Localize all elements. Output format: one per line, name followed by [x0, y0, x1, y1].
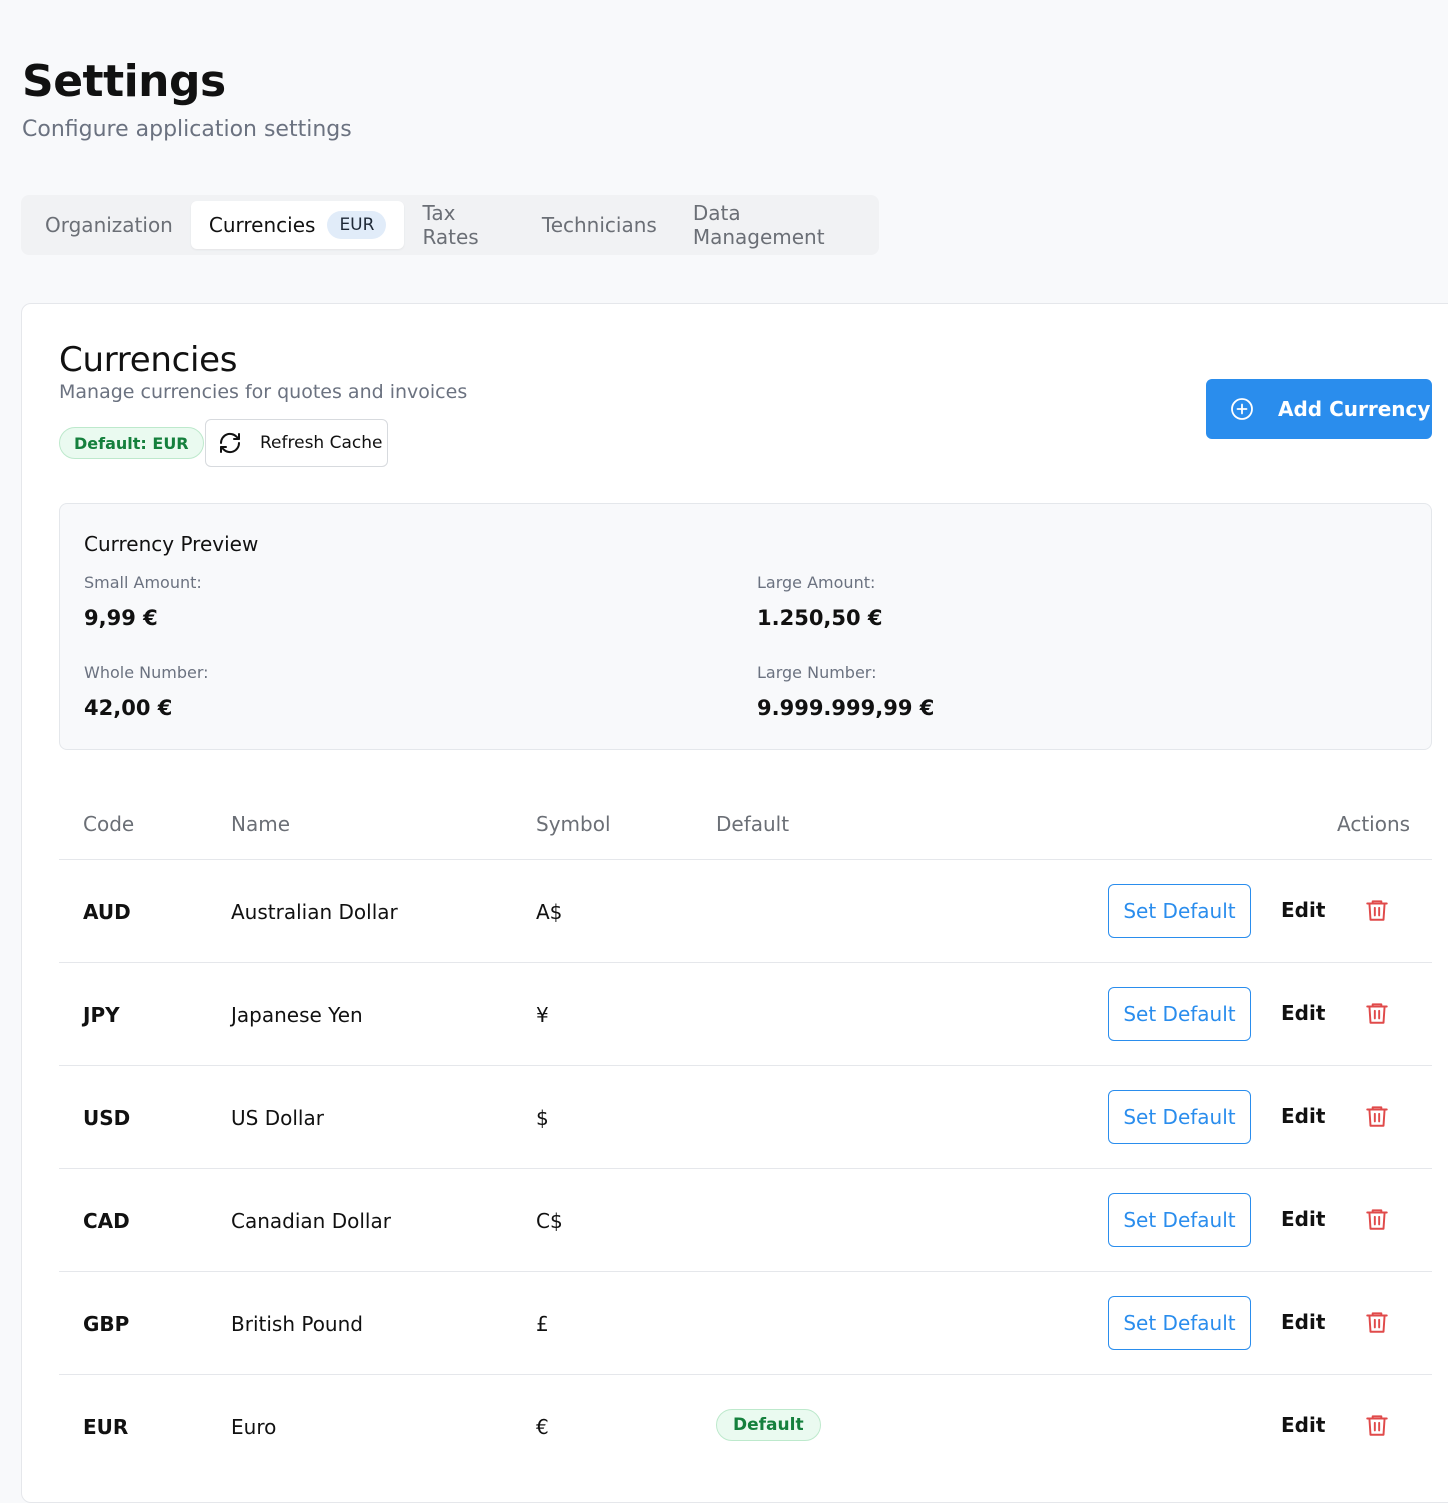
currency-name: US Dollar	[231, 1106, 324, 1130]
settings-tabs: Organization Currencies EUR Tax Rates Te…	[21, 195, 879, 255]
refresh-icon	[219, 432, 241, 454]
page-title: Settings	[22, 56, 226, 107]
large-amount-label: Large Amount:	[757, 573, 876, 592]
currency-name: British Pound	[231, 1312, 363, 1336]
trash-icon[interactable]	[1364, 1412, 1390, 1438]
table-row: USD US Dollar $ Set Default Edit	[59, 1066, 1432, 1169]
tab-label: Tax Rates	[422, 201, 479, 249]
set-default-button[interactable]: Set Default	[1108, 884, 1251, 938]
edit-button[interactable]: Edit	[1281, 1104, 1325, 1128]
tab-label: Organization	[45, 213, 173, 237]
currency-symbol: C$	[536, 1209, 563, 1233]
currency-preview: Currency Preview Small Amount: 9,99 € La…	[59, 503, 1432, 750]
default-currency-pill: Default: EUR	[59, 427, 204, 459]
column-symbol[interactable]: Symbol	[536, 812, 611, 836]
large-amount-value: 1.250,50 €	[757, 606, 883, 630]
large-number-label: Large Number:	[757, 663, 877, 682]
preview-title: Currency Preview	[84, 532, 259, 556]
tab-badge: EUR	[327, 211, 387, 239]
small-amount-value: 9,99 €	[84, 606, 158, 630]
tab-technicians[interactable]: Technicians	[524, 201, 675, 249]
currency-code: AUD	[83, 900, 131, 924]
trash-icon[interactable]	[1364, 1206, 1390, 1232]
table-row: AUD Australian Dollar A$ Set Default Edi…	[59, 860, 1432, 963]
edit-button[interactable]: Edit	[1281, 1310, 1325, 1334]
edit-button[interactable]: Edit	[1281, 1413, 1325, 1437]
trash-icon[interactable]	[1364, 1309, 1390, 1335]
large-number-value: 9.999.999,99 €	[757, 696, 935, 720]
trash-icon[interactable]	[1364, 897, 1390, 923]
column-code[interactable]: Code	[83, 812, 134, 836]
edit-button[interactable]: Edit	[1281, 1001, 1325, 1025]
set-default-button[interactable]: Set Default	[1108, 1296, 1251, 1350]
whole-number-label: Whole Number:	[84, 663, 209, 682]
table-row: CAD Canadian Dollar C$ Set Default Edit	[59, 1169, 1432, 1272]
add-currency-label: Add Currency	[1278, 397, 1431, 421]
default-badge: Default	[716, 1409, 821, 1441]
currency-code: CAD	[83, 1209, 130, 1233]
currency-name: Canadian Dollar	[231, 1209, 391, 1233]
card-description: Manage currencies for quotes and invoice…	[59, 381, 468, 403]
page-subtitle: Configure application settings	[22, 117, 352, 142]
tab-label: Currencies	[208, 213, 316, 237]
tab-tax-rates[interactable]: Tax Rates	[404, 201, 523, 249]
trash-icon[interactable]	[1364, 1103, 1390, 1129]
currency-code: USD	[83, 1106, 131, 1130]
currency-name: Euro	[231, 1415, 277, 1439]
currency-code: GBP	[83, 1312, 130, 1336]
tab-label: Data Management	[692, 201, 825, 249]
table-header: Code Name Symbol Default Actions	[59, 798, 1432, 860]
set-default-button[interactable]: Set Default	[1108, 1090, 1251, 1144]
small-amount-label: Small Amount:	[84, 573, 202, 592]
refresh-cache-label: Refresh Cache	[260, 433, 383, 453]
tab-organization[interactable]: Organization	[27, 201, 191, 249]
currency-symbol: €	[536, 1415, 549, 1439]
set-default-button[interactable]: Set Default	[1108, 1193, 1251, 1247]
currency-symbol: ¥	[536, 1003, 549, 1027]
column-default[interactable]: Default	[716, 812, 789, 836]
table-row: GBP British Pound £ Set Default Edit	[59, 1272, 1432, 1375]
currency-symbol: £	[536, 1312, 549, 1336]
plus-circle-icon	[1231, 398, 1253, 420]
currency-name: Japanese Yen	[231, 1003, 363, 1027]
currencies-card: Currencies Manage currencies for quotes …	[21, 303, 1448, 1503]
refresh-cache-button[interactable]: Refresh Cache	[205, 419, 388, 467]
tab-data-management[interactable]: Data Management	[675, 201, 873, 249]
set-default-button[interactable]: Set Default	[1108, 987, 1251, 1041]
currency-code: EUR	[83, 1415, 129, 1439]
column-actions: Actions	[1337, 812, 1411, 836]
card-title: Currencies	[59, 340, 238, 380]
edit-button[interactable]: Edit	[1281, 898, 1325, 922]
edit-button[interactable]: Edit	[1281, 1207, 1325, 1231]
whole-number-value: 42,00 €	[84, 696, 173, 720]
add-currency-button[interactable]: Add Currency	[1206, 379, 1432, 439]
currency-code: JPY	[83, 1003, 120, 1027]
tab-label: Technicians	[541, 213, 657, 237]
currency-symbol: $	[536, 1106, 549, 1130]
trash-icon[interactable]	[1364, 1000, 1390, 1026]
table-row: EUR Euro € Default Edit	[59, 1375, 1432, 1478]
tab-currencies[interactable]: Currencies EUR	[190, 201, 405, 249]
currency-symbol: A$	[536, 900, 563, 924]
currency-name: Australian Dollar	[231, 900, 398, 924]
table-row: JPY Japanese Yen ¥ Set Default Edit	[59, 963, 1432, 1066]
column-name[interactable]: Name	[231, 812, 290, 836]
